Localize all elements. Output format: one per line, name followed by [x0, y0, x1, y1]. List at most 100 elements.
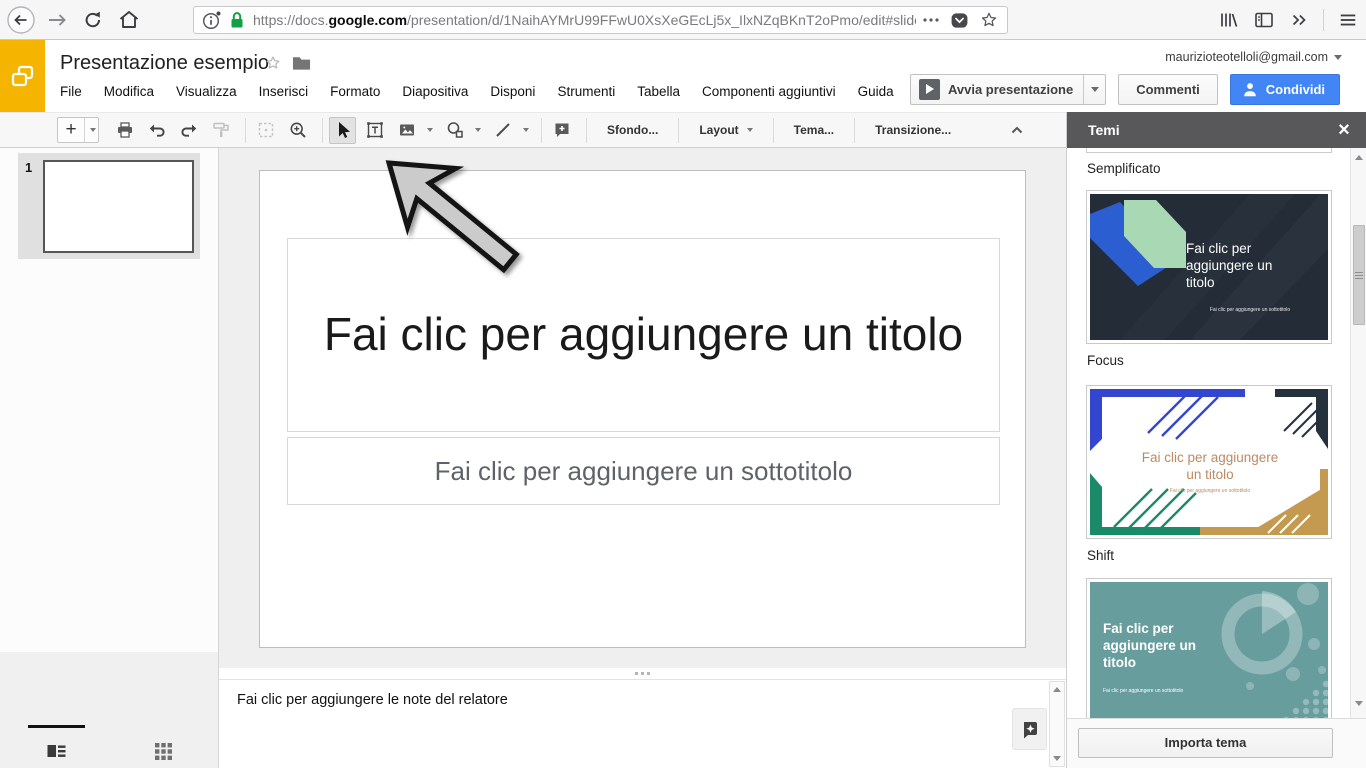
- menu-file[interactable]: File: [60, 84, 82, 99]
- text-box-icon: [365, 120, 385, 140]
- zoom-fit-button[interactable]: [252, 117, 279, 144]
- forward-button[interactable]: [42, 5, 72, 35]
- zoom-button[interactable]: [284, 117, 311, 144]
- title-placeholder-text: Fai clic per aggiungere un titolo: [324, 306, 963, 364]
- account-menu[interactable]: maurizioteotelloli@gmail.com: [1165, 50, 1342, 64]
- menu-diapositiva[interactable]: Diapositiva: [402, 84, 468, 99]
- present-options-button[interactable]: [1083, 75, 1105, 104]
- background-button[interactable]: Sfondo...: [593, 112, 672, 148]
- menu-guida[interactable]: Guida: [858, 84, 894, 99]
- theme-card-teal[interactable]: Fai clic per aggiungere un titolo Fai cl…: [1086, 578, 1332, 718]
- browser-actions: [1217, 0, 1358, 40]
- scrollbar-thumb[interactable]: [1353, 225, 1365, 325]
- zoom-fit-icon: [256, 120, 276, 140]
- undo-button[interactable]: [143, 117, 170, 144]
- shape-dropdown-caret[interactable]: [475, 128, 481, 132]
- undo-icon: [147, 120, 167, 140]
- reload-button[interactable]: [78, 5, 108, 35]
- filmstrip-view-button[interactable]: [36, 738, 76, 764]
- insert-shape-button[interactable]: [441, 117, 468, 144]
- scroll-down-button[interactable]: [1050, 751, 1064, 766]
- scroll-up-button[interactable]: [1050, 682, 1064, 697]
- library-icon[interactable]: [1217, 9, 1239, 31]
- overflow-chevrons-icon[interactable]: [1289, 10, 1309, 30]
- scroll-down-button[interactable]: [1351, 696, 1366, 711]
- back-button[interactable]: [6, 5, 36, 35]
- layout-button[interactable]: Layout: [685, 112, 766, 148]
- shift-preview-title: Fai clic per aggiungere un titolo: [1134, 449, 1286, 483]
- page-actions-icon[interactable]: [922, 17, 940, 23]
- line-dropdown-caret[interactable]: [523, 128, 529, 132]
- grid-view-button[interactable]: [143, 738, 183, 764]
- insert-line-button[interactable]: [489, 117, 516, 144]
- print-button[interactable]: [111, 117, 138, 144]
- theme-card-shift[interactable]: Fai clic per aggiungere un titolo Fai cl…: [1086, 385, 1332, 539]
- pocket-icon[interactable]: [950, 11, 969, 30]
- sidebar-icon[interactable]: [1253, 9, 1275, 31]
- menu-componenti-aggiuntivi[interactable]: Componenti aggiuntivi: [702, 84, 836, 99]
- menu-inserisci[interactable]: Inserisci: [259, 84, 309, 99]
- menu-formato[interactable]: Formato: [330, 84, 380, 99]
- menu-hamburger-icon[interactable]: [1338, 10, 1358, 30]
- home-button[interactable]: [114, 5, 144, 35]
- menu-disponi[interactable]: Disponi: [490, 84, 535, 99]
- select-tool-button[interactable]: [329, 117, 356, 144]
- notes-splitter[interactable]: [219, 668, 1066, 680]
- slides-logo[interactable]: [0, 40, 45, 112]
- bookmark-star-icon[interactable]: [979, 10, 999, 30]
- scroll-up-button[interactable]: [1351, 150, 1366, 165]
- menu-tabella[interactable]: Tabella: [637, 84, 680, 99]
- theme-card-partial[interactable]: [1086, 148, 1332, 153]
- url-domain: google.com: [328, 12, 407, 28]
- transition-button[interactable]: Transizione...: [861, 112, 965, 148]
- url-bar[interactable]: https://docs.google.com/presentation/d/1…: [193, 6, 1008, 34]
- menu-visualizza[interactable]: Visualizza: [176, 84, 237, 99]
- image-icon: [397, 120, 417, 140]
- move-folder-icon[interactable]: [292, 55, 311, 71]
- teal-preview-title: Fai clic per aggiungere un titolo: [1103, 620, 1207, 671]
- text-box-tool-button[interactable]: [361, 117, 388, 144]
- slide-editor[interactable]: Fai clic per aggiungere un titolo Fai cl…: [259, 170, 1026, 648]
- explore-icon: [1020, 719, 1040, 739]
- slide-number: 1: [25, 160, 32, 175]
- star-document-icon[interactable]: [264, 54, 282, 72]
- image-dropdown-caret[interactable]: [427, 128, 433, 132]
- document-title[interactable]: Presentazione esempio: [60, 52, 269, 75]
- splitter-handle-icon: [635, 672, 638, 675]
- present-button[interactable]: Avvia presentazione: [910, 74, 1106, 105]
- themes-panel-header: Temi ×: [1067, 112, 1366, 148]
- thumb-grip-icon: [1355, 278, 1363, 279]
- new-slide-dropdown[interactable]: [84, 118, 98, 142]
- app-header: Presentazione esempio File Modifica Visu…: [0, 40, 1366, 112]
- subtitle-placeholder[interactable]: Fai clic per aggiungere un sottotitolo: [287, 437, 1000, 505]
- grid-view-icon: [155, 743, 172, 760]
- title-placeholder[interactable]: Fai clic per aggiungere un titolo: [287, 238, 1000, 432]
- speaker-notes-panel[interactable]: Fai clic per aggiungere le note del rela…: [219, 680, 1066, 768]
- insert-image-button[interactable]: [393, 117, 420, 144]
- collapse-toolbar-button[interactable]: [1003, 117, 1030, 144]
- comment-icon: [552, 120, 572, 140]
- import-theme-button[interactable]: Importa tema: [1078, 728, 1333, 758]
- themes-scrollbar[interactable]: [1350, 148, 1366, 718]
- cursor-icon: [333, 120, 353, 140]
- close-panel-button[interactable]: ×: [1331, 112, 1357, 148]
- notes-scrollbar[interactable]: [1049, 681, 1065, 767]
- theme-button[interactable]: Tema...: [780, 112, 848, 148]
- toolbar-separator: [773, 118, 774, 143]
- present-caret-icon: [1091, 87, 1099, 92]
- theme-card-focus[interactable]: Fai clic per aggiungere un titolo Fai cl…: [1086, 190, 1332, 344]
- slide-thumbnail-selected[interactable]: 1: [18, 153, 200, 259]
- explore-button[interactable]: [1012, 708, 1047, 750]
- comments-button[interactable]: Commenti: [1118, 74, 1218, 105]
- thumb-grip-icon: [1355, 272, 1363, 273]
- menu-modifica[interactable]: Modifica: [104, 84, 154, 99]
- new-slide-button[interactable]: +: [57, 117, 99, 143]
- slide-thumbnail[interactable]: [43, 160, 194, 253]
- speaker-notes-placeholder[interactable]: Fai clic per aggiungere le note del rela…: [237, 692, 508, 708]
- paint-format-button[interactable]: [207, 117, 234, 144]
- share-button[interactable]: Condividi: [1230, 74, 1340, 105]
- site-info-icon[interactable]: [202, 9, 222, 31]
- menu-strumenti[interactable]: Strumenti: [557, 84, 615, 99]
- insert-comment-button[interactable]: [548, 117, 575, 144]
- redo-button[interactable]: [175, 117, 202, 144]
